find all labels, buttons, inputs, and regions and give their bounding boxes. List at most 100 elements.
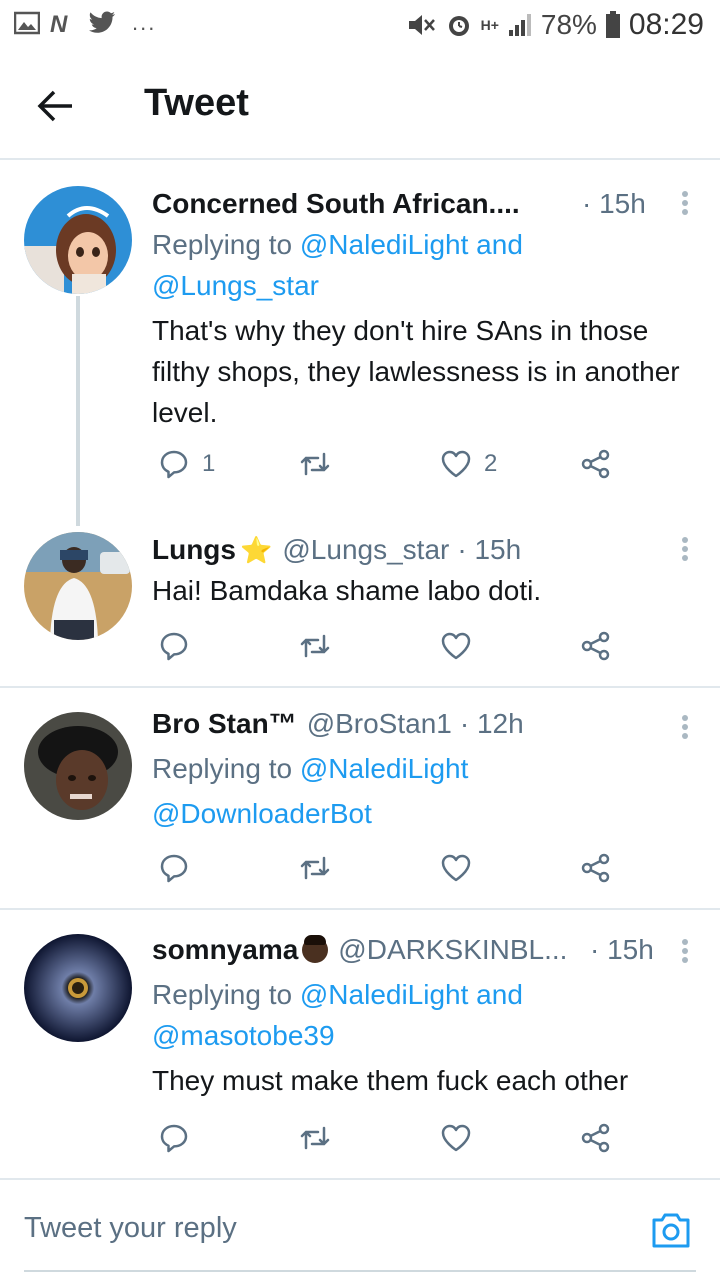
retweet-icon: [300, 856, 330, 880]
author-handle[interactable]: @BroStan1: [307, 708, 452, 740]
mute-icon: [408, 15, 435, 35]
tweet-time: · 15h: [457, 534, 522, 565]
reply-composer: Tweet your reply: [0, 1178, 720, 1282]
reply-button[interactable]: 1: [158, 448, 215, 480]
reply-icon: [160, 632, 188, 661]
share-button[interactable]: [580, 630, 612, 662]
reply-button[interactable]: [158, 852, 190, 884]
mention-link[interactable]: @NalediLight and: [300, 979, 523, 1010]
author-name[interactable]: Bro Stan™: [152, 708, 297, 740]
share-icon: [581, 1123, 610, 1153]
more-options-icon[interactable]: [680, 936, 690, 966]
tweet-text: They must make them fuck each other: [152, 1065, 629, 1096]
retweet-button[interactable]: [298, 1122, 332, 1154]
tweet[interactable]: Lungs ⭐ @Lungs_star · 15h Hai! Bamdaka s…: [0, 530, 720, 680]
heart-icon: [441, 1124, 471, 1152]
author-handle[interactable]: @DARKSKINBL...: [338, 934, 567, 966]
more-options-icon[interactable]: [680, 188, 690, 218]
share-button[interactable]: [580, 448, 612, 480]
divider: [0, 686, 720, 688]
thread-connector: [76, 296, 80, 526]
back-arrow-icon[interactable]: [36, 86, 76, 126]
share-icon: [581, 631, 610, 661]
like-button[interactable]: [440, 630, 472, 662]
mention-link[interactable]: @NalediLight: [300, 753, 469, 784]
network-type-label: H+: [480, 17, 499, 33]
retweet-icon: [300, 452, 330, 476]
tweet-text: Hai! Bamdaka shame labo doti.: [152, 575, 542, 606]
clock: 08:29: [628, 8, 704, 41]
news-icon: N: [50, 11, 68, 35]
author-handle[interactable]: @Lungs_star: [282, 534, 449, 566]
heart-icon: [441, 450, 471, 478]
mention-link[interactable]: @DownloaderBot: [152, 798, 372, 829]
retweet-button[interactable]: [298, 630, 332, 662]
tweet[interactable]: Concerned South African.... · 15h Replyi…: [0, 184, 720, 526]
reply-button[interactable]: [158, 1122, 190, 1154]
mention-link[interactable]: @NalediLight and: [300, 229, 523, 260]
like-button[interactable]: 2: [440, 448, 497, 480]
tweet-time: · 15h: [582, 188, 646, 219]
reply-input-underline: [24, 1270, 696, 1272]
divider: [0, 908, 720, 910]
reply-icon: [160, 854, 188, 883]
replying-to: Replying to @NalediLight @DownloaderBot: [152, 746, 468, 836]
signal-icon: [508, 14, 531, 36]
battery-icon: [605, 11, 620, 38]
replying-prefix: Replying to: [152, 229, 300, 260]
avatar[interactable]: [24, 934, 132, 1042]
heart-icon: [441, 632, 471, 660]
retweet-icon: [300, 1126, 330, 1150]
replying-prefix: Replying to: [152, 979, 300, 1010]
reply-input[interactable]: Tweet your reply: [24, 1212, 237, 1245]
tweet-time: · 12h: [459, 708, 524, 739]
tweet-actions: [152, 630, 622, 670]
status-bar: N ... H+ 78% 08:29: [0, 0, 720, 52]
tweet[interactable]: Bro Stan™ @BroStan1 · 12h Replying to @N…: [0, 706, 720, 902]
tweet-actions: 1 2: [152, 448, 622, 488]
share-icon: [581, 449, 610, 479]
avatar[interactable]: [24, 186, 132, 294]
more-notifications-indicator: ...: [132, 10, 157, 35]
tweet-time: · 15h: [590, 934, 654, 965]
mention-link[interactable]: @masotobe39: [152, 1020, 335, 1051]
like-count: 2: [484, 450, 498, 477]
tweet[interactable]: somnyama @DARKSKINBL... · 15h Replying t…: [0, 932, 720, 1172]
reply-icon: [160, 1124, 188, 1153]
twitter-bird-icon: [89, 11, 115, 33]
more-options-icon[interactable]: [680, 712, 690, 742]
star-emoji: ⭐: [240, 534, 273, 565]
author-name[interactable]: somnyama: [152, 934, 298, 966]
share-button[interactable]: [580, 1122, 612, 1154]
reply-count: 1: [202, 450, 216, 477]
retweet-button[interactable]: [298, 852, 332, 884]
reply-button[interactable]: [158, 630, 190, 662]
reply-icon: [160, 450, 188, 479]
author-name[interactable]: Concerned South African....: [152, 188, 520, 220]
tweet-text: That's why they don't hire SAns in those…: [152, 315, 680, 428]
share-icon: [581, 853, 610, 883]
heart-icon: [441, 854, 471, 882]
battery-percent: 78%: [540, 9, 597, 40]
author-name[interactable]: Lungs: [152, 534, 236, 566]
replying-to: Replying to @NalediLight and @Lungs_star: [152, 224, 523, 306]
tweet-actions: [152, 1122, 622, 1162]
like-button[interactable]: [440, 1122, 472, 1154]
camera-icon[interactable]: [650, 1210, 692, 1250]
mention-link[interactable]: @Lungs_star: [152, 270, 319, 301]
face-emoji: [302, 935, 329, 963]
replying-to: Replying to @NalediLight and @masotobe39: [152, 974, 523, 1056]
avatar[interactable]: [24, 532, 132, 640]
avatar[interactable]: [24, 712, 132, 820]
retweet-icon: [300, 634, 330, 658]
app-header: Tweet: [0, 52, 720, 160]
tweet-actions: [152, 852, 622, 892]
gallery-icon: [14, 11, 40, 35]
page-title: Tweet: [144, 82, 249, 124]
share-button[interactable]: [580, 852, 612, 884]
retweet-button[interactable]: [298, 448, 332, 480]
alarm-icon: [448, 16, 469, 36]
svg-text:N: N: [50, 11, 68, 35]
like-button[interactable]: [440, 852, 472, 884]
more-options-icon[interactable]: [680, 534, 690, 564]
